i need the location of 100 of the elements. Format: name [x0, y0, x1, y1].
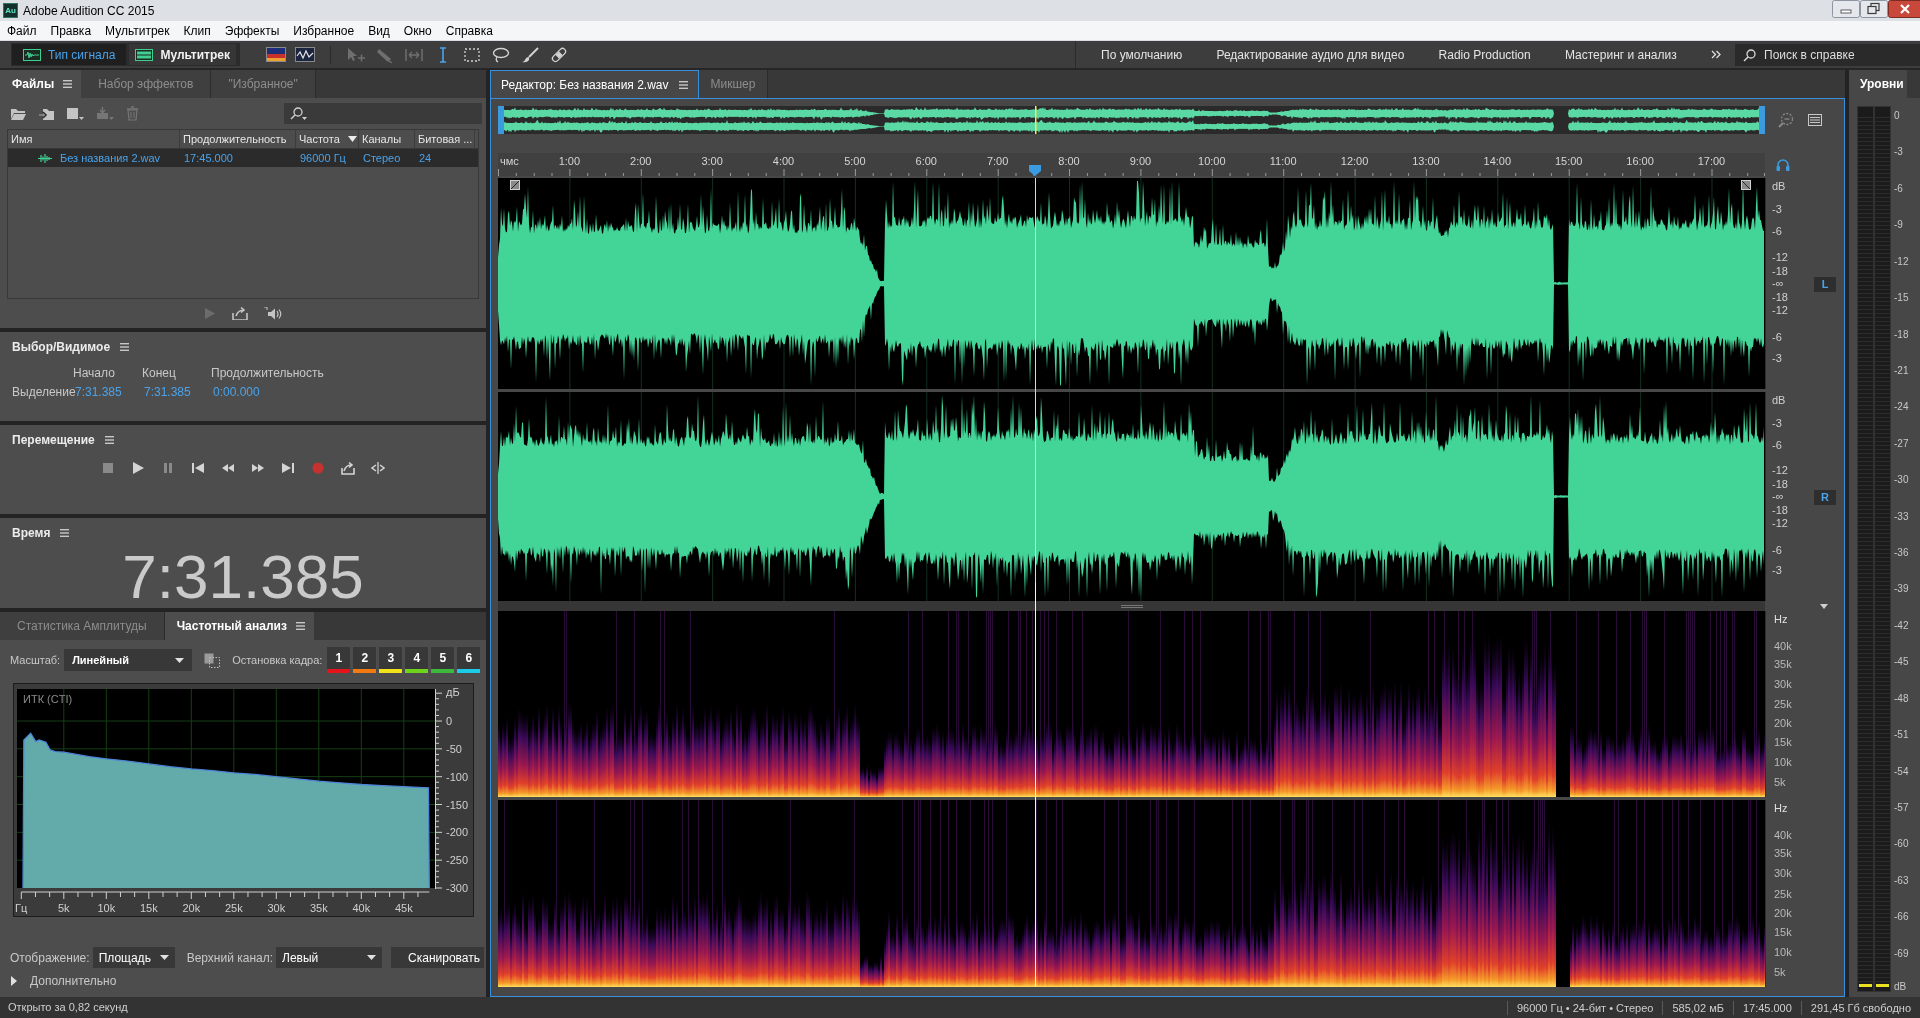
folder-arrow-icon[interactable] — [38, 106, 55, 121]
fade-handle-icon[interactable] — [1741, 180, 1751, 190]
close-icon[interactable] — [1888, 0, 1920, 18]
snapshot-button[interactable]: 3 — [379, 647, 403, 673]
panel-menu-icon[interactable] — [60, 529, 70, 537]
file-search-field[interactable] — [284, 103, 482, 124]
overlap-squares-icon[interactable] — [204, 652, 221, 668]
table-cell-text: 17:45.000 — [183, 150, 234, 166]
channel-toggle[interactable]: L — [1814, 276, 1836, 292]
panel-tab[interactable]: Файлы — [0, 70, 82, 98]
dashed-rectangle-icon[interactable] — [462, 46, 482, 63]
meter-scale-label: -54 — [1894, 764, 1909, 779]
snapshot-button[interactable]: 1 — [327, 647, 351, 673]
meter-scale-label: -51 — [1894, 728, 1909, 743]
skip-to-end-icon[interactable] — [281, 461, 295, 475]
file-row[interactable]: Без названия 2.wav 17:45.000 96000 Гц Стерео 24 — [8, 149, 478, 167]
menu-item[interactable]: Файл — [0, 21, 44, 40]
time-label: 2:00 — [630, 155, 652, 168]
fast-forward-icon[interactable] — [251, 461, 265, 475]
lasso-icon[interactable] — [491, 46, 511, 63]
menu-item[interactable]: Эффекты — [217, 21, 287, 40]
open-folder-icon[interactable] — [10, 106, 27, 121]
menu-item[interactable]: Правка — [43, 21, 99, 40]
table-cell-text: Стерео — [362, 150, 402, 166]
overview-waveform[interactable] — [498, 106, 1765, 134]
caret-icon[interactable] — [1820, 603, 1828, 609]
menu-item[interactable]: Избранное — [286, 21, 362, 40]
new-file-icon[interactable] — [66, 106, 85, 121]
db-label: -3 — [1772, 415, 1782, 430]
snapshot-button[interactable]: 6 — [457, 647, 481, 673]
display-dropdown[interactable]: Площадь — [92, 947, 175, 968]
x-tick-label: 10k — [97, 902, 116, 914]
column-header[interactable]: Частота — [296, 130, 359, 148]
meter-unit-label: dB — [1894, 980, 1908, 994]
list-icon[interactable] — [1808, 114, 1822, 126]
speaker-icon[interactable] — [264, 307, 282, 320]
time-label: 9:00 — [1129, 155, 1152, 168]
menu-item[interactable]: Вид — [361, 21, 397, 40]
y-tick-label: -100 — [446, 770, 469, 783]
snapshot-button[interactable]: 5 — [431, 647, 455, 673]
panel-tab[interactable]: Редактор: Без названия 2.wav — [490, 70, 699, 98]
headphones-icon[interactable] — [1776, 158, 1790, 171]
snapshot-button[interactable]: 2 — [353, 647, 377, 673]
x-tick-label: 30k — [267, 902, 286, 914]
panel-menu-icon[interactable] — [120, 343, 130, 351]
panel-menu-icon[interactable] — [104, 436, 114, 444]
tray-arrow-icon[interactable] — [232, 307, 248, 320]
split-arrows-icon[interactable] — [371, 461, 385, 475]
time-ruler[interactable]: чмс 1:00 2:00 3:00 4:00 5:00 6:00 7:00 8:00 9:00 10:00 11:00 12:00 13:00 14:00 15:00 16:00 17:00 — [498, 153, 1765, 176]
help-search-field[interactable]: Поиск в справке — [1735, 43, 1920, 66]
column-header[interactable]: Продолжительность — [180, 130, 296, 148]
meter-scale-label: -36 — [1894, 546, 1909, 561]
column-header[interactable]: Битовая ... — [415, 130, 475, 148]
playhead-marker[interactable] — [1029, 165, 1041, 176]
meter-scale-label: -39 — [1894, 582, 1909, 597]
time-label: 1:00 — [558, 155, 581, 168]
db-label: -∞ — [1772, 489, 1784, 504]
restore-icon[interactable] — [1860, 0, 1888, 18]
magnifier-icon[interactable] — [1778, 112, 1794, 128]
workspace-tab[interactable]: Radio Production — [1438, 45, 1531, 64]
search-icon — [1743, 48, 1756, 62]
double-chevron-icon[interactable] — [1711, 50, 1721, 59]
panel-menu-icon[interactable] — [678, 80, 688, 89]
db-label: -6 — [1772, 437, 1782, 452]
skip-to-start-icon[interactable] — [191, 461, 205, 475]
panel-menu-icon[interactable] — [295, 622, 305, 630]
spectrogram-icon[interactable] — [266, 47, 286, 62]
db-label: -18 — [1772, 477, 1788, 492]
tray-arrow-icon[interactable] — [341, 461, 355, 475]
db-label: dB — [1772, 179, 1786, 193]
panel-tab[interactable]: Частотный анализ — [164, 612, 314, 640]
panel-menu-icon[interactable] — [63, 80, 73, 88]
play-icon[interactable] — [131, 461, 145, 475]
menu-item[interactable]: Окно — [396, 21, 439, 40]
table-cell-text: 24 — [418, 150, 433, 166]
file-name: Без названия 2.wav — [60, 150, 161, 166]
rewind-icon[interactable] — [221, 461, 235, 475]
view-mode-tab[interactable]: Тип сигнала — [12, 44, 127, 65]
scan-button[interactable]: Сканировать — [391, 947, 484, 968]
menu-item[interactable]: Справка — [438, 21, 500, 40]
meter-scale-label: -45 — [1894, 655, 1909, 670]
grip-icon — [1120, 604, 1143, 608]
panel-tab[interactable]: Уровни — [1849, 70, 1907, 98]
zigzag-graph-icon[interactable] — [295, 47, 315, 62]
snapshot-button[interactable]: 4 — [405, 647, 429, 673]
workspace-tab[interactable]: Мастеринг и анализ — [1564, 45, 1677, 64]
bandage-icon[interactable] — [549, 46, 569, 63]
workspace-tab[interactable]: По умолчанию — [1101, 45, 1183, 64]
column-header[interactable]: Имя — [8, 130, 180, 148]
view-mode-tab[interactable]: Мультитрек — [129, 44, 236, 65]
channel-toggle[interactable]: R — [1814, 489, 1836, 505]
fade-handle-icon[interactable] — [510, 180, 520, 190]
x-tick-label: 15k — [139, 902, 158, 914]
menu-item[interactable]: Клип — [176, 21, 218, 40]
column-header[interactable]: Каналы — [359, 130, 415, 148]
scale-dropdown[interactable]: Линейный — [64, 649, 193, 671]
channel-dropdown[interactable]: Левый — [276, 947, 383, 968]
advanced-expander[interactable]: Дополнительно — [0, 972, 117, 990]
workspace-tab[interactable]: Редактирование аудио для видео — [1216, 45, 1405, 64]
menu-item[interactable]: Мультитрек — [98, 21, 177, 40]
